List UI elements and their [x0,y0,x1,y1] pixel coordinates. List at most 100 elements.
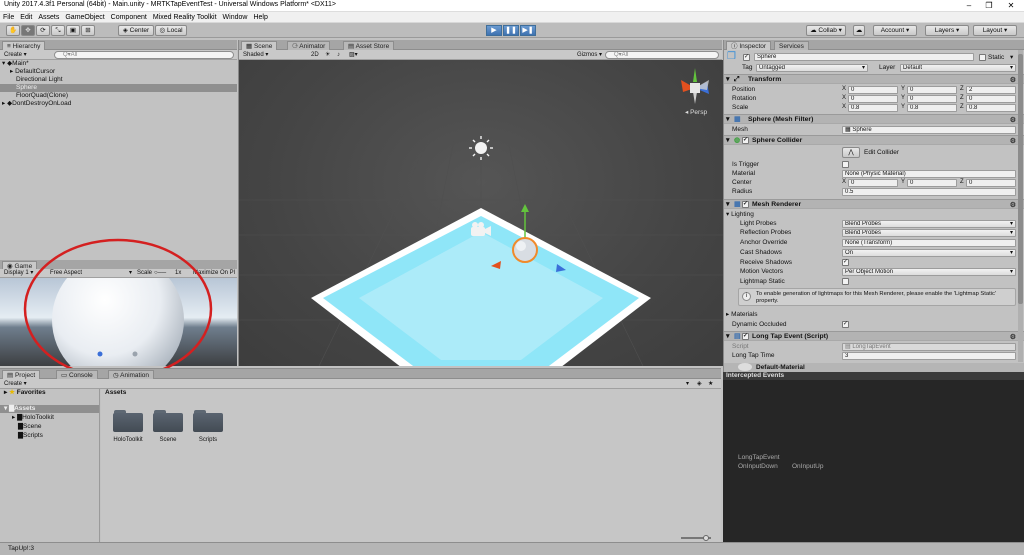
position-y-field[interactable]: 0 [907,85,957,94]
rotate-tool-button[interactable]: ⟳ [36,25,50,36]
center-x-field[interactable]: 0 [848,178,898,187]
long-tap-enabled-checkbox[interactable]: ✓ [742,333,749,340]
tag-dropdown[interactable]: Untagged [756,63,868,72]
pause-button[interactable]: ❚❚ [503,25,519,36]
tab-services[interactable]: Services [774,41,809,50]
hierarchy-item-dontdestroyonload[interactable]: ▸ ◆DontDestroyOnLoad [0,100,237,108]
folder-scene[interactable] [153,410,183,432]
mesh-field[interactable]: ▦ Sphere [842,125,1016,134]
static-checkbox[interactable] [979,54,986,61]
mesh-filter-header[interactable]: ▾ ▦ Sphere (Mesh Filter) ⚙ [724,114,1024,124]
menu-file[interactable]: File [0,12,17,23]
long-tap-event-header[interactable]: ▾ ▤ ✓ Long Tap Event (Script) ⚙ [724,331,1024,341]
radius-field[interactable]: 0.5 [842,187,1016,196]
reflection-probes-dropdown[interactable]: Blend Probes [842,228,1016,237]
light-probes-dropdown[interactable]: Blend Probes [842,219,1016,228]
maximize-button[interactable]: ❐ [978,0,1000,12]
layout-dropdown[interactable]: Layout ▾ [973,25,1017,36]
transform-tool-button[interactable]: ⊞ [81,25,95,36]
menu-component[interactable]: Component [108,12,150,23]
hand-tool-button[interactable]: ✋ [6,25,20,36]
cloud-services-button[interactable]: ☁ [853,25,865,36]
tab-inspector[interactable]: ⓘ Inspector [726,41,772,50]
account-dropdown[interactable]: Account ▾ [873,25,917,36]
menu-gameobject[interactable]: GameObject [62,12,107,23]
materials-foldout[interactable]: ▸ Materials [726,310,757,319]
is-trigger-checkbox[interactable] [842,161,849,168]
tab-console[interactable]: ▭ Console [56,370,98,379]
step-button[interactable]: ▶❚ [520,25,536,36]
hierarchy-create-button[interactable]: Create ▾ [4,51,27,59]
center-y-field[interactable]: 0 [907,178,957,187]
gizmos-dropdown[interactable]: Gizmos ▾ [577,51,602,59]
close-button[interactable]: ✕ [1000,0,1022,12]
hierarchy-item-sphere[interactable]: Sphere [0,84,237,92]
menu-window[interactable]: Window [220,12,251,23]
rotation-z-field[interactable]: 0 [966,94,1016,103]
edit-collider-button[interactable]: ⋀ [842,147,860,158]
favorite-star-icon[interactable]: ★ [708,380,713,388]
tab-project[interactable]: ▤ Project [2,370,41,379]
static-dropdown-icon[interactable]: ▾ [1010,53,1013,62]
sphere-collider-enabled-checkbox[interactable]: ✓ [742,137,749,144]
menu-help[interactable]: Help [250,12,270,23]
inspector-scrollbar[interactable] [1018,50,1023,362]
tree-item-scene[interactable]: ▇Scene [0,423,99,431]
scale-tool-button[interactable]: ⤡ [51,25,65,36]
tab-hierarchy[interactable]: ≡ Hierarchy [2,41,46,50]
receive-shadows-checkbox[interactable]: ✓ [842,259,849,266]
collab-button[interactable]: ☁ Collab ▾ [806,25,846,36]
menu-mixed-reality-toolkit[interactable]: Mixed Reality Toolkit [150,12,220,23]
scale-z-field[interactable]: 0.8 [966,103,1016,112]
play-button[interactable]: ▶ [486,25,502,36]
folder-holotoolkit[interactable] [113,410,143,432]
lighting-toggle-icon[interactable]: ☀ [325,51,330,59]
selected-sphere[interactable] [512,237,538,263]
tab-animator[interactable]: ⚆ Animator [287,41,331,50]
gizmo-y-arrow[interactable] [521,204,529,212]
scene-viewport[interactable]: ◂ Persp [239,60,723,384]
object-name-field[interactable]: Sphere [754,53,974,61]
rect-tool-button[interactable]: ▣ [66,25,80,36]
effects-dropdown-icon[interactable]: ▨▾ [349,51,358,59]
lightmap-static-checkbox[interactable] [842,278,849,285]
layers-dropdown[interactable]: Layers ▾ [925,25,969,36]
lighting-foldout[interactable]: ▾ Lighting [726,210,754,219]
menu-assets[interactable]: Assets [35,12,62,23]
gear-icon[interactable]: ⚙ [1010,201,1016,210]
anchor-override-field[interactable]: None (Transform) [842,238,1016,247]
mesh-renderer-enabled-checkbox[interactable]: ✓ [742,201,749,208]
audio-toggle-icon[interactable]: ♪ [337,51,340,59]
pivot-center-button[interactable]: ◈ Center [118,25,154,36]
rotation-y-field[interactable]: 0 [907,94,957,103]
favorites-item[interactable]: ▸ ★ Favorites [0,389,99,397]
active-checkbox[interactable]: ✓ [743,54,750,61]
rotation-x-field[interactable]: 0 [848,94,898,103]
transform-header[interactable]: ▾ ⤢ Transform ⚙ [724,74,1024,84]
filter-by-label-icon[interactable]: ◈ [697,380,702,388]
persp-label[interactable]: ◂ Persp [685,108,707,116]
long-tap-time-field[interactable]: 3 [842,351,1016,360]
hierarchy-item-defaultcursor[interactable]: ▸ DefaultCursor [0,68,237,76]
move-tool-button[interactable]: ✥ [21,25,35,36]
center-z-field[interactable]: 0 [966,178,1016,187]
tree-item-holotoolkit[interactable]: ▸ ▇HoloToolkit [0,414,99,422]
icon-size-slider[interactable] [681,535,711,541]
project-create-button[interactable]: Create ▾ [4,380,27,388]
position-x-field[interactable]: 0 [848,85,898,94]
gear-icon[interactable]: ⚙ [1010,116,1016,125]
minimize-button[interactable]: – [958,0,980,12]
scale-x-field[interactable]: 0.8 [848,103,898,112]
collider-material-field[interactable]: None (Physic Material) [842,169,1016,178]
gear-icon[interactable]: ⚙ [1010,333,1016,342]
folder-scripts[interactable] [193,410,223,432]
hierarchy-search-input[interactable]: Q▾All [54,51,234,59]
hierarchy-item-directional-light[interactable]: Directional Light [0,76,237,84]
dynamic-occluded-checkbox[interactable]: ✓ [842,321,849,328]
gear-icon[interactable]: ⚙ [1010,76,1016,85]
position-z-field[interactable]: 2 [966,85,1016,94]
shading-mode-dropdown[interactable]: Shaded ▾ [243,51,297,59]
tree-item-scripts[interactable]: ▇Scripts [0,432,99,440]
sphere-collider-header[interactable]: ▾ ◍ ✓ Sphere Collider ⚙ [724,135,1024,145]
tab-scene[interactable]: ▦ Scene [241,41,278,50]
